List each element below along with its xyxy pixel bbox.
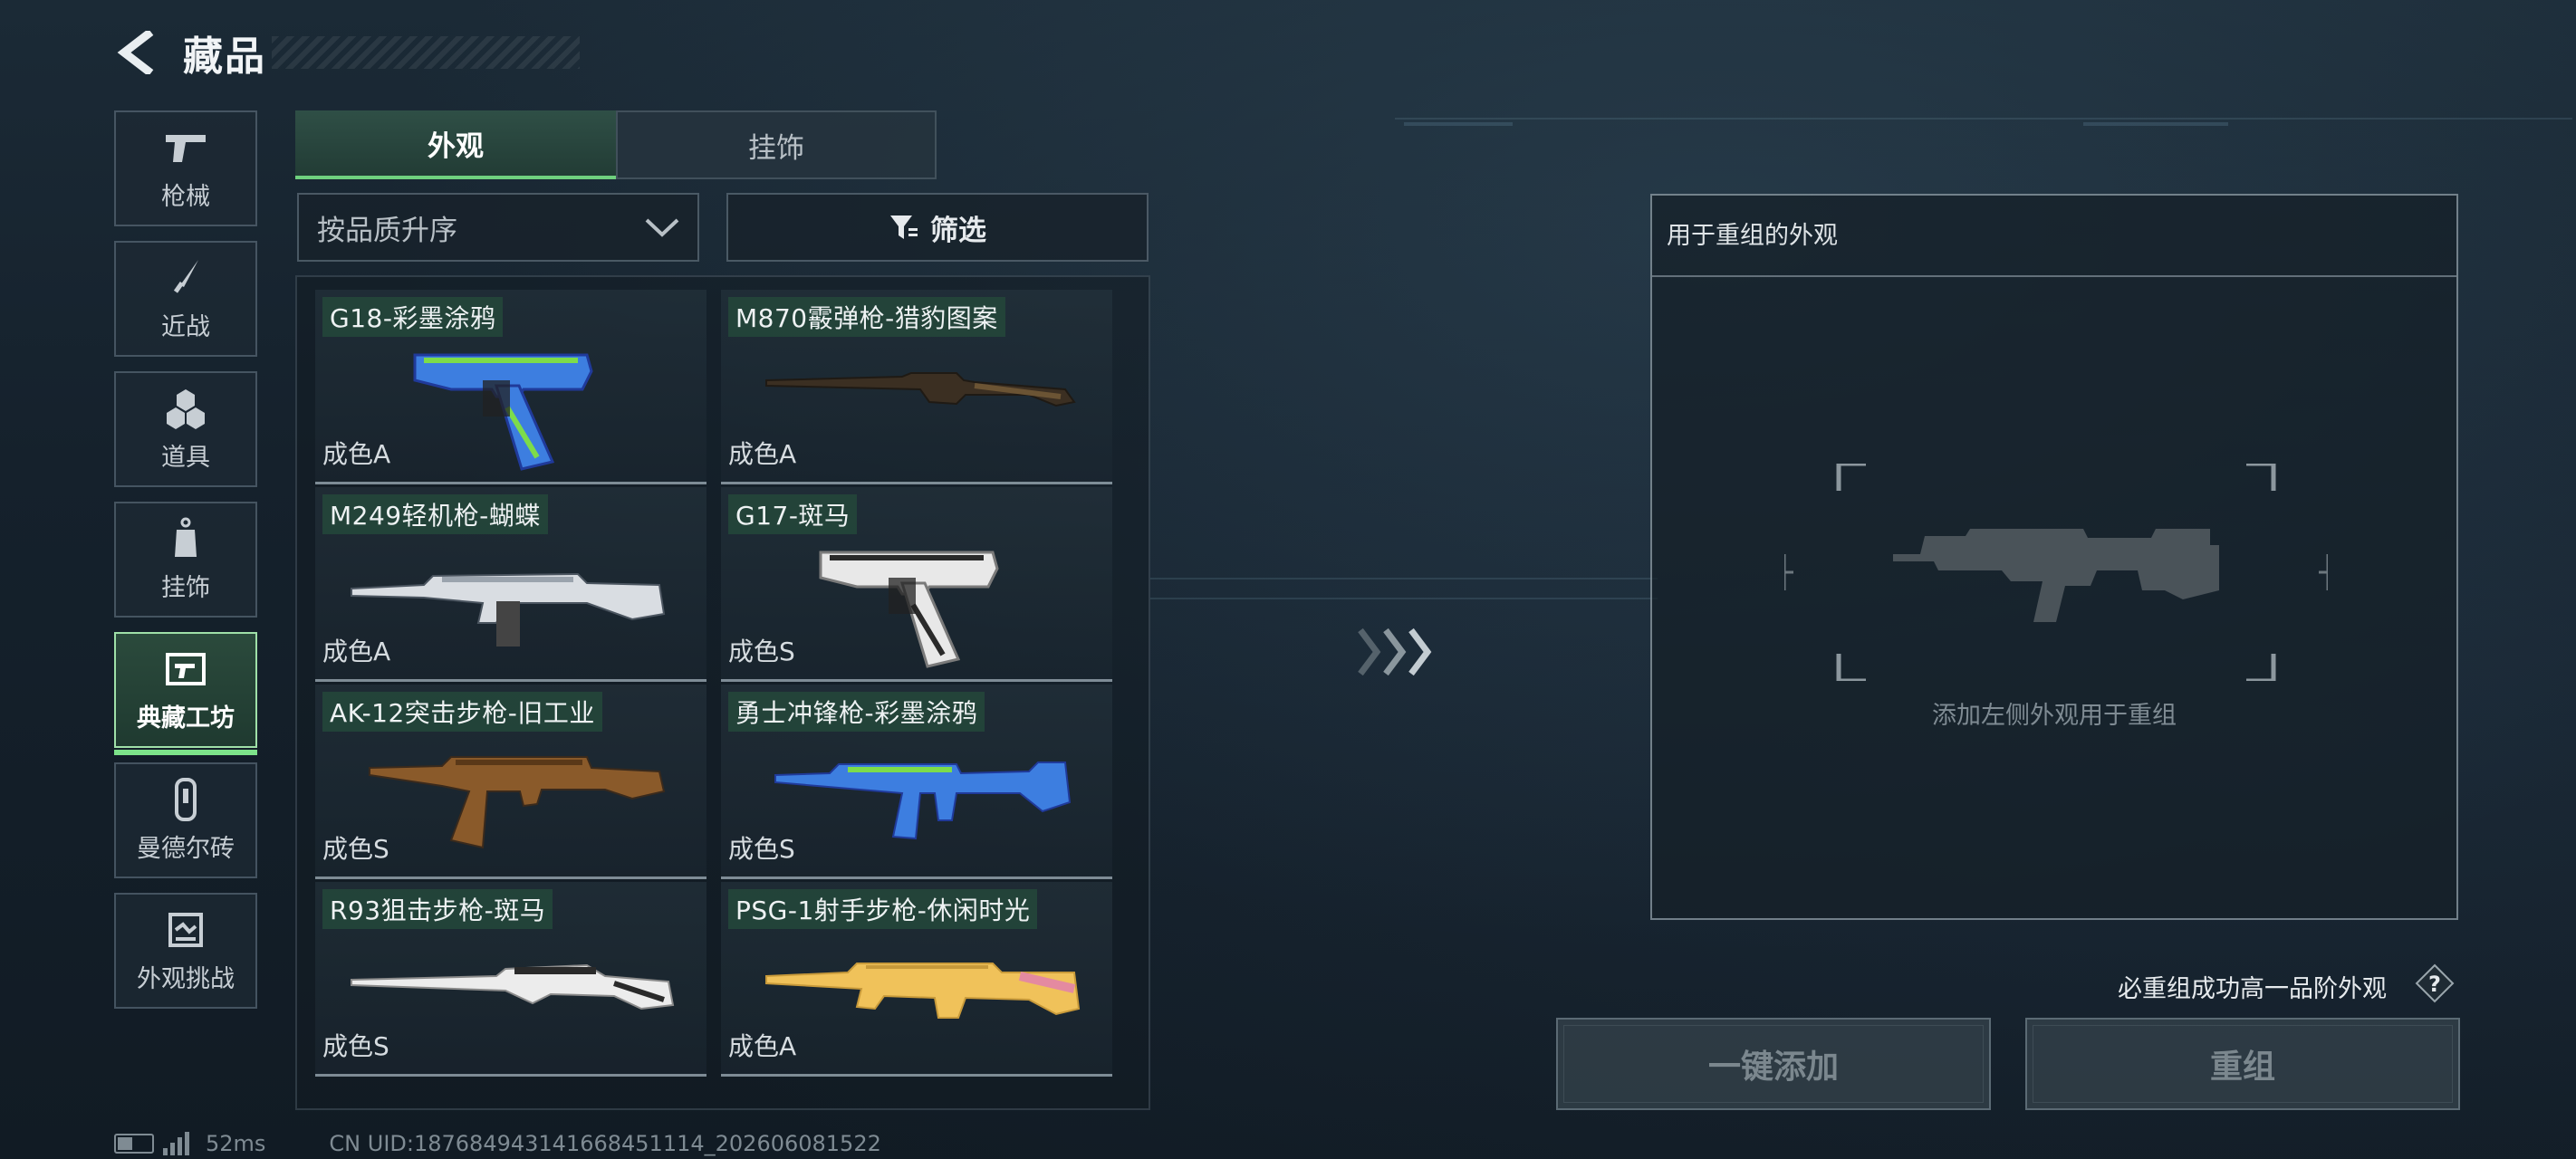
- skin-name: G17-斑马: [728, 494, 858, 534]
- svg-text:?: ?: [2428, 972, 2441, 997]
- empty-hint: 添加左侧外观用于重组: [1932, 702, 2177, 730]
- skin-list-panel: G18-彩墨涂鸦 成色A M870霰弹枪-猎豹图案 成色A M249轻机枪-蝴蝶…: [295, 275, 1150, 1110]
- skin-name: R93狙击步枪-斑马: [322, 889, 553, 929]
- user-uid: CN UID:187684943141668451114_20260608152…: [329, 1131, 881, 1156]
- skin-grade: 成色S: [322, 834, 389, 864]
- status-bar: 52ms CN UID:187684943141668451114_202606…: [114, 1130, 881, 1157]
- background-dash: [2083, 122, 2228, 126]
- nav-item-props[interactable]: 道具: [114, 371, 257, 487]
- recombine-target-panel: 用于重组的外观 添加左侧外观用于重组: [1650, 194, 2458, 920]
- skin-name: M249轻机枪-蝴蝶: [322, 494, 548, 534]
- rifle-placeholder-icon[interactable]: [1784, 464, 2328, 681]
- category-sidebar: 枪械 近战 道具 挂饰 典藏工坊 曼德尔砖 外观挑战: [114, 110, 261, 1023]
- skin-grade: 成色A: [728, 439, 797, 469]
- nav-item-melee[interactable]: 近战: [114, 241, 257, 357]
- recombine-button[interactable]: 重组: [2025, 1018, 2460, 1110]
- nav-item-mandel-brick[interactable]: 曼德尔砖: [114, 762, 257, 878]
- skin-grade: 成色A: [322, 637, 391, 666]
- skin-card[interactable]: M870霰弹枪-猎豹图案 成色A: [721, 290, 1112, 484]
- skin-card[interactable]: PSG-1射手步枪-休闲时光 成色A: [721, 882, 1112, 1077]
- skin-grade: 成色S: [322, 1031, 389, 1061]
- nav-label: 外观挑战: [137, 964, 235, 993]
- skin-grade: 成色S: [728, 834, 795, 864]
- nav-label: 挂饰: [161, 573, 210, 602]
- nav-item-workshop[interactable]: 典藏工坊: [114, 632, 257, 755]
- chevrons-right-icon: [1358, 627, 1432, 676]
- add-all-button[interactable]: 一键添加: [1556, 1018, 1991, 1110]
- skin-name: 勇士冲锋枪-彩墨涂鸦: [728, 692, 985, 732]
- sort-label: 按品质升序: [317, 214, 457, 247]
- nav-item-guns[interactable]: 枪械: [114, 110, 257, 226]
- skin-card[interactable]: M249轻机枪-蝴蝶 成色A: [315, 487, 706, 682]
- skin-name: M870霰弹枪-猎豹图案: [728, 297, 1005, 337]
- battery-icon: [114, 1134, 154, 1154]
- background-line: [1150, 598, 1658, 599]
- nav-label: 曼德尔砖: [137, 834, 235, 863]
- skin-card[interactable]: AK-12突击步枪-旧工业 成色S: [315, 685, 706, 879]
- guarantee-note: 必重组成功高一品阶外观: [2118, 975, 2387, 1003]
- skin-card[interactable]: G18-彩墨涂鸦 成色A: [315, 290, 706, 484]
- grenades-icon: [160, 387, 211, 430]
- signal-icon: [163, 1132, 189, 1155]
- pistol-icon: [160, 126, 211, 169]
- workshop-icon: [160, 647, 211, 691]
- back-arrow-icon[interactable]: [114, 30, 159, 75]
- background-line: [1150, 578, 1658, 580]
- mandel-brick-icon: [160, 777, 211, 821]
- divider: [1652, 275, 2456, 277]
- knife-icon: [160, 256, 211, 300]
- nav-label: 典藏工坊: [137, 704, 235, 733]
- background-line: [1395, 118, 2572, 120]
- skin-grade: 成色A: [322, 439, 391, 469]
- tab-bar: 外观 挂饰: [295, 110, 938, 179]
- tab-charms[interactable]: 挂饰: [616, 110, 937, 179]
- skin-card[interactable]: 勇士冲锋枪-彩墨涂鸦 成色S: [721, 685, 1112, 879]
- nav-item-charms[interactable]: 挂饰: [114, 502, 257, 618]
- tab-skins[interactable]: 外观: [295, 110, 616, 179]
- page-header: 藏品: [114, 25, 266, 80]
- filter-icon: [890, 216, 918, 239]
- filter-button[interactable]: 筛选: [726, 193, 1149, 262]
- chevron-down-icon: [645, 218, 679, 237]
- nav-item-skin-challenge[interactable]: 外观挑战: [114, 893, 257, 1009]
- background-dash: [1404, 122, 1513, 126]
- ping-value: 52ms: [206, 1131, 266, 1156]
- panel-title: 用于重组的外观: [1667, 222, 1838, 250]
- skin-name: AK-12突击步枪-旧工业: [322, 692, 602, 732]
- skin-card[interactable]: G17-斑马 成色S: [721, 487, 1112, 682]
- nav-label: 枪械: [161, 182, 210, 211]
- skin-name: PSG-1射手步枪-休闲时光: [728, 889, 1038, 929]
- charm-icon: [160, 517, 211, 560]
- skin-card[interactable]: R93狙击步枪-斑马 成色S: [315, 882, 706, 1077]
- skin-name: G18-彩墨涂鸦: [322, 297, 504, 337]
- skin-grade: 成色A: [728, 1031, 797, 1061]
- filter-label: 筛选: [930, 214, 986, 247]
- skin-grade: 成色S: [728, 637, 795, 666]
- sort-dropdown[interactable]: 按品质升序: [297, 193, 699, 262]
- nav-label: 道具: [161, 443, 210, 472]
- question-help-icon[interactable]: ?: [2415, 963, 2455, 1003]
- page-title: 藏品: [183, 34, 266, 80]
- skin-challenge-icon: [160, 908, 211, 952]
- header-decoration: [272, 36, 580, 69]
- nav-label: 近战: [161, 312, 210, 341]
